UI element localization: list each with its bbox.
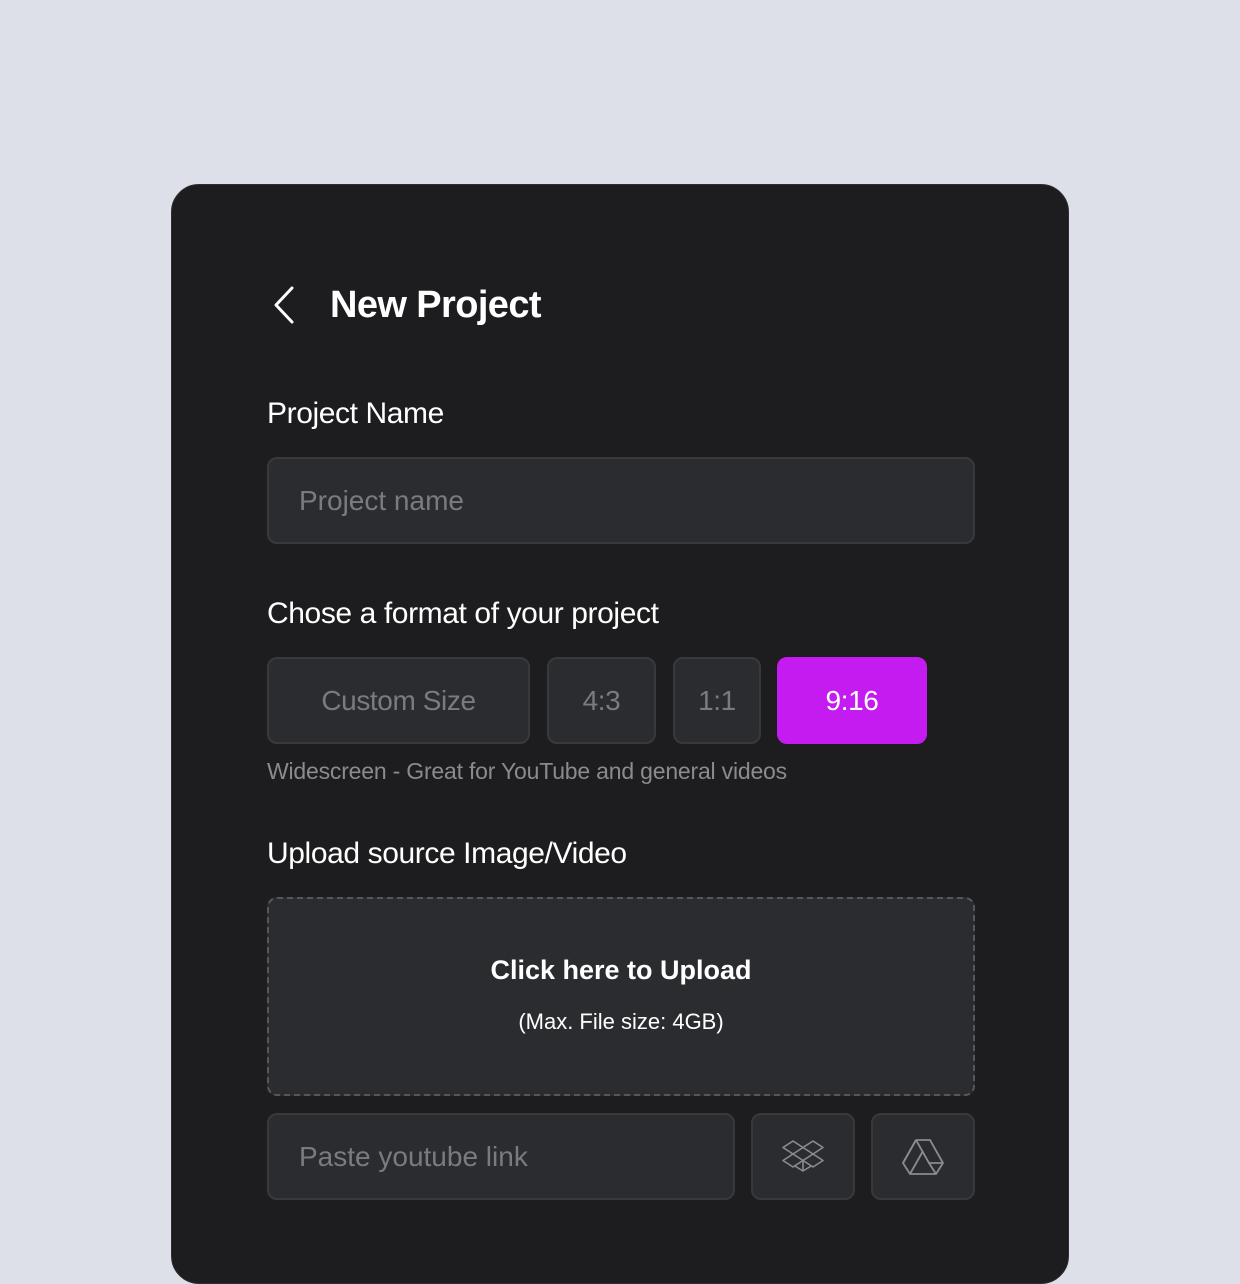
upload-label: Upload source Image/Video: [267, 837, 627, 870]
upload-max-size: (Max. File size: 4GB): [518, 1009, 724, 1034]
google-drive-icon: [902, 1138, 944, 1175]
format-option-1-1[interactable]: 1:1: [673, 657, 761, 744]
back-button[interactable]: [272, 283, 316, 327]
youtube-link-input[interactable]: [267, 1113, 735, 1200]
format-option-4-3[interactable]: 4:3: [547, 657, 656, 744]
dropbox-button[interactable]: [751, 1113, 855, 1200]
format-hint: Widescreen - Great for YouTube and gener…: [267, 758, 787, 784]
upload-title: Click here to Upload: [490, 955, 752, 985]
new-project-panel: New Project Project Name Chose a format …: [171, 184, 1069, 1284]
chevron-left-icon: [274, 286, 294, 324]
project-name-input[interactable]: [267, 457, 975, 544]
format-option-custom-size[interactable]: Custom Size: [267, 657, 530, 744]
dropbox-icon: [782, 1139, 824, 1172]
google-drive-button[interactable]: [871, 1113, 975, 1200]
project-name-label: Project Name: [267, 397, 444, 430]
upload-dropzone[interactable]: Click here to Upload (Max. File size: 4G…: [267, 897, 975, 1096]
page-title: New Project: [330, 283, 542, 326]
format-option-9-16[interactable]: 9:16: [777, 657, 927, 744]
format-label: Chose a format of your project: [267, 597, 659, 630]
page-header: New Project: [268, 277, 542, 333]
